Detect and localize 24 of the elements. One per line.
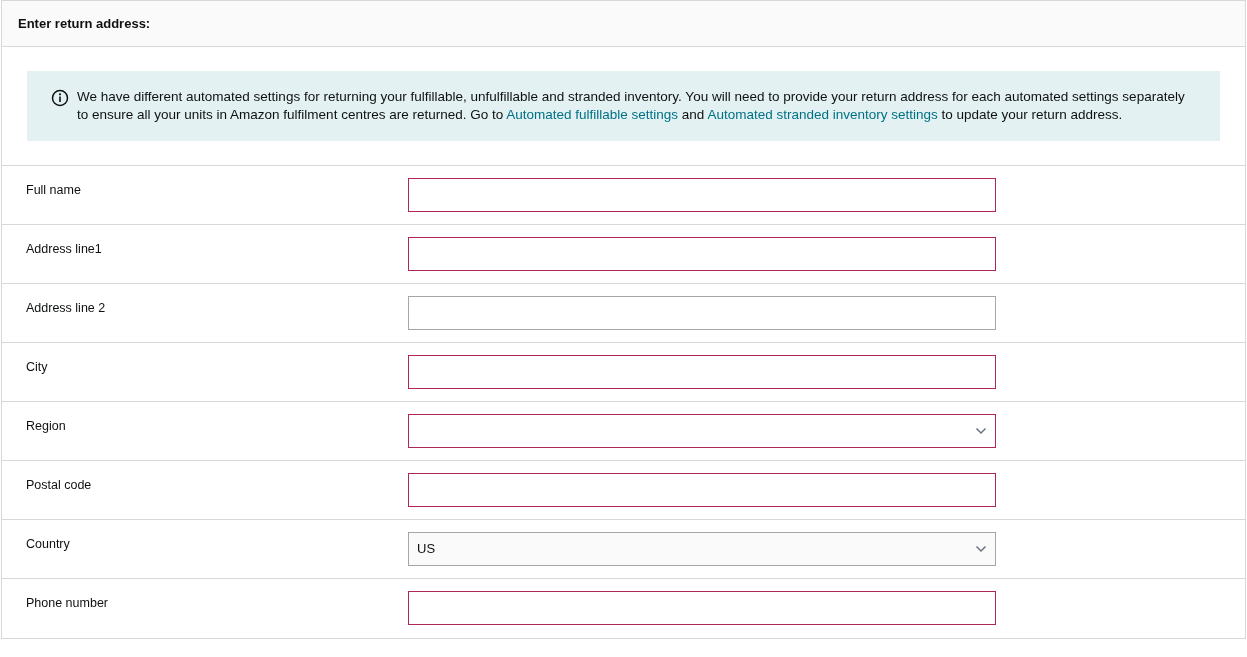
field-label: Phone number bbox=[25, 595, 109, 612]
text-input-field[interactable] bbox=[408, 591, 996, 625]
text-input-field[interactable] bbox=[408, 237, 996, 271]
text-input-field[interactable] bbox=[408, 473, 996, 507]
info-message: We have different automated settings for returning your fulfillable, unfulfillable and stranded inventory. You will need to provide your return address for each automated settings separately to ensure all your units in Amazon fulfilment centres are returned. Go to Automated fulfillable settings and Automated stranded inventory settings to update your return address. bbox=[77, 88, 1186, 124]
text-input-field[interactable] bbox=[408, 296, 996, 330]
select-field[interactable]: US bbox=[408, 532, 996, 566]
field-label: Country bbox=[25, 536, 71, 553]
select-field[interactable] bbox=[408, 414, 996, 448]
chevron-down-icon bbox=[975, 545, 987, 553]
field-label: Address line 2 bbox=[25, 300, 107, 317]
field-label: City bbox=[25, 359, 49, 376]
field-label: Region bbox=[25, 418, 67, 435]
field-label: Postal code bbox=[25, 477, 93, 494]
settings-link[interactable]: Automated stranded inventory settings bbox=[707, 107, 938, 122]
field-label: Address line1 bbox=[25, 241, 103, 258]
text-input-field[interactable] bbox=[408, 355, 996, 389]
panel-title: Enter return address: bbox=[18, 14, 151, 33]
chevron-down-icon bbox=[975, 427, 987, 435]
select-value: US bbox=[417, 540, 436, 559]
settings-link[interactable]: Automated fulfillable settings bbox=[506, 107, 679, 122]
field-label: Full name bbox=[25, 182, 82, 199]
text-input-field[interactable] bbox=[408, 178, 996, 212]
info-icon bbox=[51, 89, 69, 107]
